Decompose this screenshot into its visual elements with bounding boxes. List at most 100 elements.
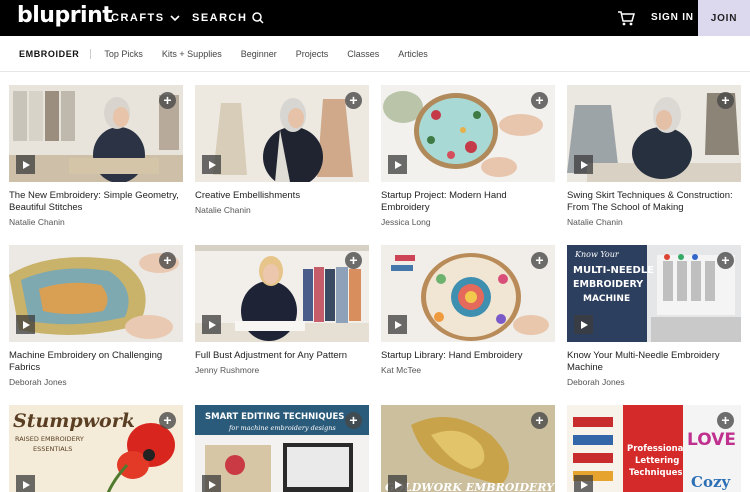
subnav-articles[interactable]: Articles (398, 49, 428, 59)
class-thumbnail[interactable]: + (9, 85, 183, 182)
class-thumbnail[interactable]: Know Your MULTI-NEEDLE EMBROIDERY MACHIN… (567, 245, 741, 342)
add-plus-icon[interactable]: + (159, 92, 176, 109)
thumb-text-stumpwork: Stumpwork (13, 410, 135, 432)
play-icon[interactable] (388, 475, 407, 492)
cart-icon[interactable] (617, 9, 635, 27)
subnav-kits-supplies[interactable]: Kits + Supplies (162, 49, 222, 59)
class-thumbnail[interactable]: + (195, 245, 369, 342)
class-thumbnail[interactable]: SMART EDITING TECHNIQUES for machine emb… (195, 405, 369, 492)
card-title[interactable]: The New Embroidery: Simple Geometry, Bea… (9, 190, 183, 214)
class-card[interactable]: + Swing Skirt Techniques & Construction:… (567, 85, 741, 227)
class-card[interactable]: + Full Bust Adjustment for Any Pattern J… (195, 245, 369, 375)
thumb-text-techniques: Techniques (629, 468, 682, 478)
play-icon[interactable] (388, 315, 407, 334)
subnav-top-picks[interactable]: Top Picks (104, 49, 143, 59)
class-card[interactable]: + Machine Embroidery on Challenging Fabr… (9, 245, 183, 387)
play-icon[interactable] (202, 155, 221, 174)
card-author: Natalie Chanin (567, 217, 623, 227)
thumb-text-essentials: ESSENTIALS (33, 445, 72, 453)
class-card[interactable]: Professional Lettering Techniques LOVE C… (567, 405, 741, 492)
add-plus-icon[interactable]: + (345, 92, 362, 109)
play-icon[interactable] (16, 155, 35, 174)
card-author: Deborah Jones (9, 377, 67, 387)
add-plus-icon[interactable]: + (531, 252, 548, 269)
thumb-text-for-machine: for machine embroidery designs (228, 424, 336, 432)
class-thumbnail[interactable]: + (381, 245, 555, 342)
card-author: Natalie Chanin (9, 217, 65, 227)
play-icon[interactable] (388, 155, 407, 174)
card-title[interactable]: Full Bust Adjustment for Any Pattern (195, 350, 369, 362)
subnav-beginner[interactable]: Beginner (241, 49, 277, 59)
thumbnail-image (195, 85, 369, 182)
play-icon[interactable] (16, 315, 35, 334)
class-card[interactable]: Know Your MULTI-NEEDLE EMBROIDERY MACHIN… (567, 245, 741, 387)
sub-navigation: EMBROIDER Top Picks Kits + Supplies Begi… (0, 36, 750, 72)
thumbnail-image: SMART EDITING TECHNIQUES for machine emb… (195, 405, 369, 492)
add-plus-icon[interactable]: + (531, 92, 548, 109)
card-author: Deborah Jones (567, 377, 625, 387)
chevron-down-icon (170, 14, 180, 21)
thumbnail-image (567, 85, 741, 182)
class-thumbnail[interactable]: + (567, 85, 741, 182)
subnav-embroider[interactable]: EMBROIDER (19, 48, 92, 59)
add-plus-icon[interactable]: + (159, 252, 176, 269)
play-icon[interactable] (574, 475, 593, 492)
class-card[interactable]: SMART EDITING TECHNIQUES for machine emb… (195, 405, 369, 492)
card-title[interactable]: Know Your Multi-Needle Embroidery Machin… (567, 350, 741, 374)
add-plus-icon[interactable]: + (717, 252, 734, 269)
class-card[interactable]: + Creative Embellishments Natalie Chanin (195, 85, 369, 215)
add-plus-icon[interactable]: + (159, 412, 176, 429)
play-icon[interactable] (574, 315, 593, 334)
thumb-text-multi-needle: MULTI-NEEDLE (573, 265, 654, 276)
crafts-menu[interactable]: CRAFTS (111, 12, 180, 24)
card-title[interactable]: Creative Embellishments (195, 190, 369, 202)
class-thumbnail[interactable]: Professional Lettering Techniques LOVE C… (567, 405, 741, 492)
thumb-text-raised: RAISED EMBROIDERY (15, 435, 84, 443)
class-thumbnail[interactable]: + (9, 245, 183, 342)
class-thumbnail[interactable]: GOLDWORK EMBROIDERY + (381, 405, 555, 492)
thumb-text-know-your: Know Your (574, 250, 620, 259)
add-plus-icon[interactable]: + (345, 252, 362, 269)
thumbnail-image: Stumpwork RAISED EMBROIDERY ESSENTIALS (9, 405, 183, 492)
thumbnail-image (195, 245, 369, 342)
thumb-text-cozy: Cozy (691, 473, 731, 491)
top-bar: bluprint CRAFTS SEARCH SIGN IN JOIN (0, 0, 750, 36)
thumb-text-lettering: Lettering (635, 456, 679, 466)
class-thumbnail[interactable]: + (381, 85, 555, 182)
card-title[interactable]: Startup Library: Hand Embroidery (381, 350, 555, 362)
search-button[interactable]: SEARCH (192, 12, 264, 24)
class-card[interactable]: + Startup Project: Modern Hand Embroider… (381, 85, 555, 227)
card-title[interactable]: Startup Project: Modern Hand Embroidery (381, 190, 555, 214)
class-thumbnail[interactable]: + (195, 85, 369, 182)
thumbnail-image: Know Your MULTI-NEEDLE EMBROIDERY MACHIN… (567, 245, 741, 342)
play-icon[interactable] (16, 475, 35, 492)
thumb-text-smart-editing: SMART EDITING TECHNIQUES (205, 412, 344, 422)
search-label: SEARCH (192, 12, 248, 24)
class-card[interactable]: GOLDWORK EMBROIDERY + (381, 405, 555, 492)
class-card[interactable]: + Startup Library: Hand Embroidery Kat M… (381, 245, 555, 375)
thumbnail-image: Professional Lettering Techniques LOVE C… (567, 405, 741, 492)
class-thumbnail[interactable]: Stumpwork RAISED EMBROIDERY ESSENTIALS + (9, 405, 183, 492)
add-plus-icon[interactable]: + (345, 412, 362, 429)
play-icon[interactable] (202, 475, 221, 492)
add-plus-icon[interactable]: + (717, 92, 734, 109)
thumb-text-goldwork: GOLDWORK EMBROIDERY (385, 481, 555, 492)
play-icon[interactable] (202, 315, 221, 334)
sign-in-link[interactable]: SIGN IN (651, 12, 694, 23)
subnav-classes[interactable]: Classes (347, 49, 379, 59)
class-card[interactable]: Stumpwork RAISED EMBROIDERY ESSENTIALS + (9, 405, 183, 492)
class-card[interactable]: + The New Embroidery: Simple Geometry, B… (9, 85, 183, 227)
card-author: Jessica Long (381, 217, 431, 227)
subnav-projects[interactable]: Projects (296, 49, 329, 59)
card-title[interactable]: Swing Skirt Techniques & Construction: F… (567, 190, 741, 214)
play-icon[interactable] (574, 155, 593, 174)
card-title[interactable]: Machine Embroidery on Challenging Fabric… (9, 350, 183, 374)
thumbnail-image (381, 85, 555, 182)
logo[interactable]: bluprint (17, 3, 113, 28)
thumbnail-image (9, 245, 183, 342)
join-button[interactable]: JOIN (698, 0, 750, 36)
add-plus-icon[interactable]: + (531, 412, 548, 429)
thumb-text-embroidery: EMBROIDERY (573, 279, 643, 290)
thumb-text-machine: MACHINE (583, 294, 630, 304)
add-plus-icon[interactable]: + (717, 412, 734, 429)
